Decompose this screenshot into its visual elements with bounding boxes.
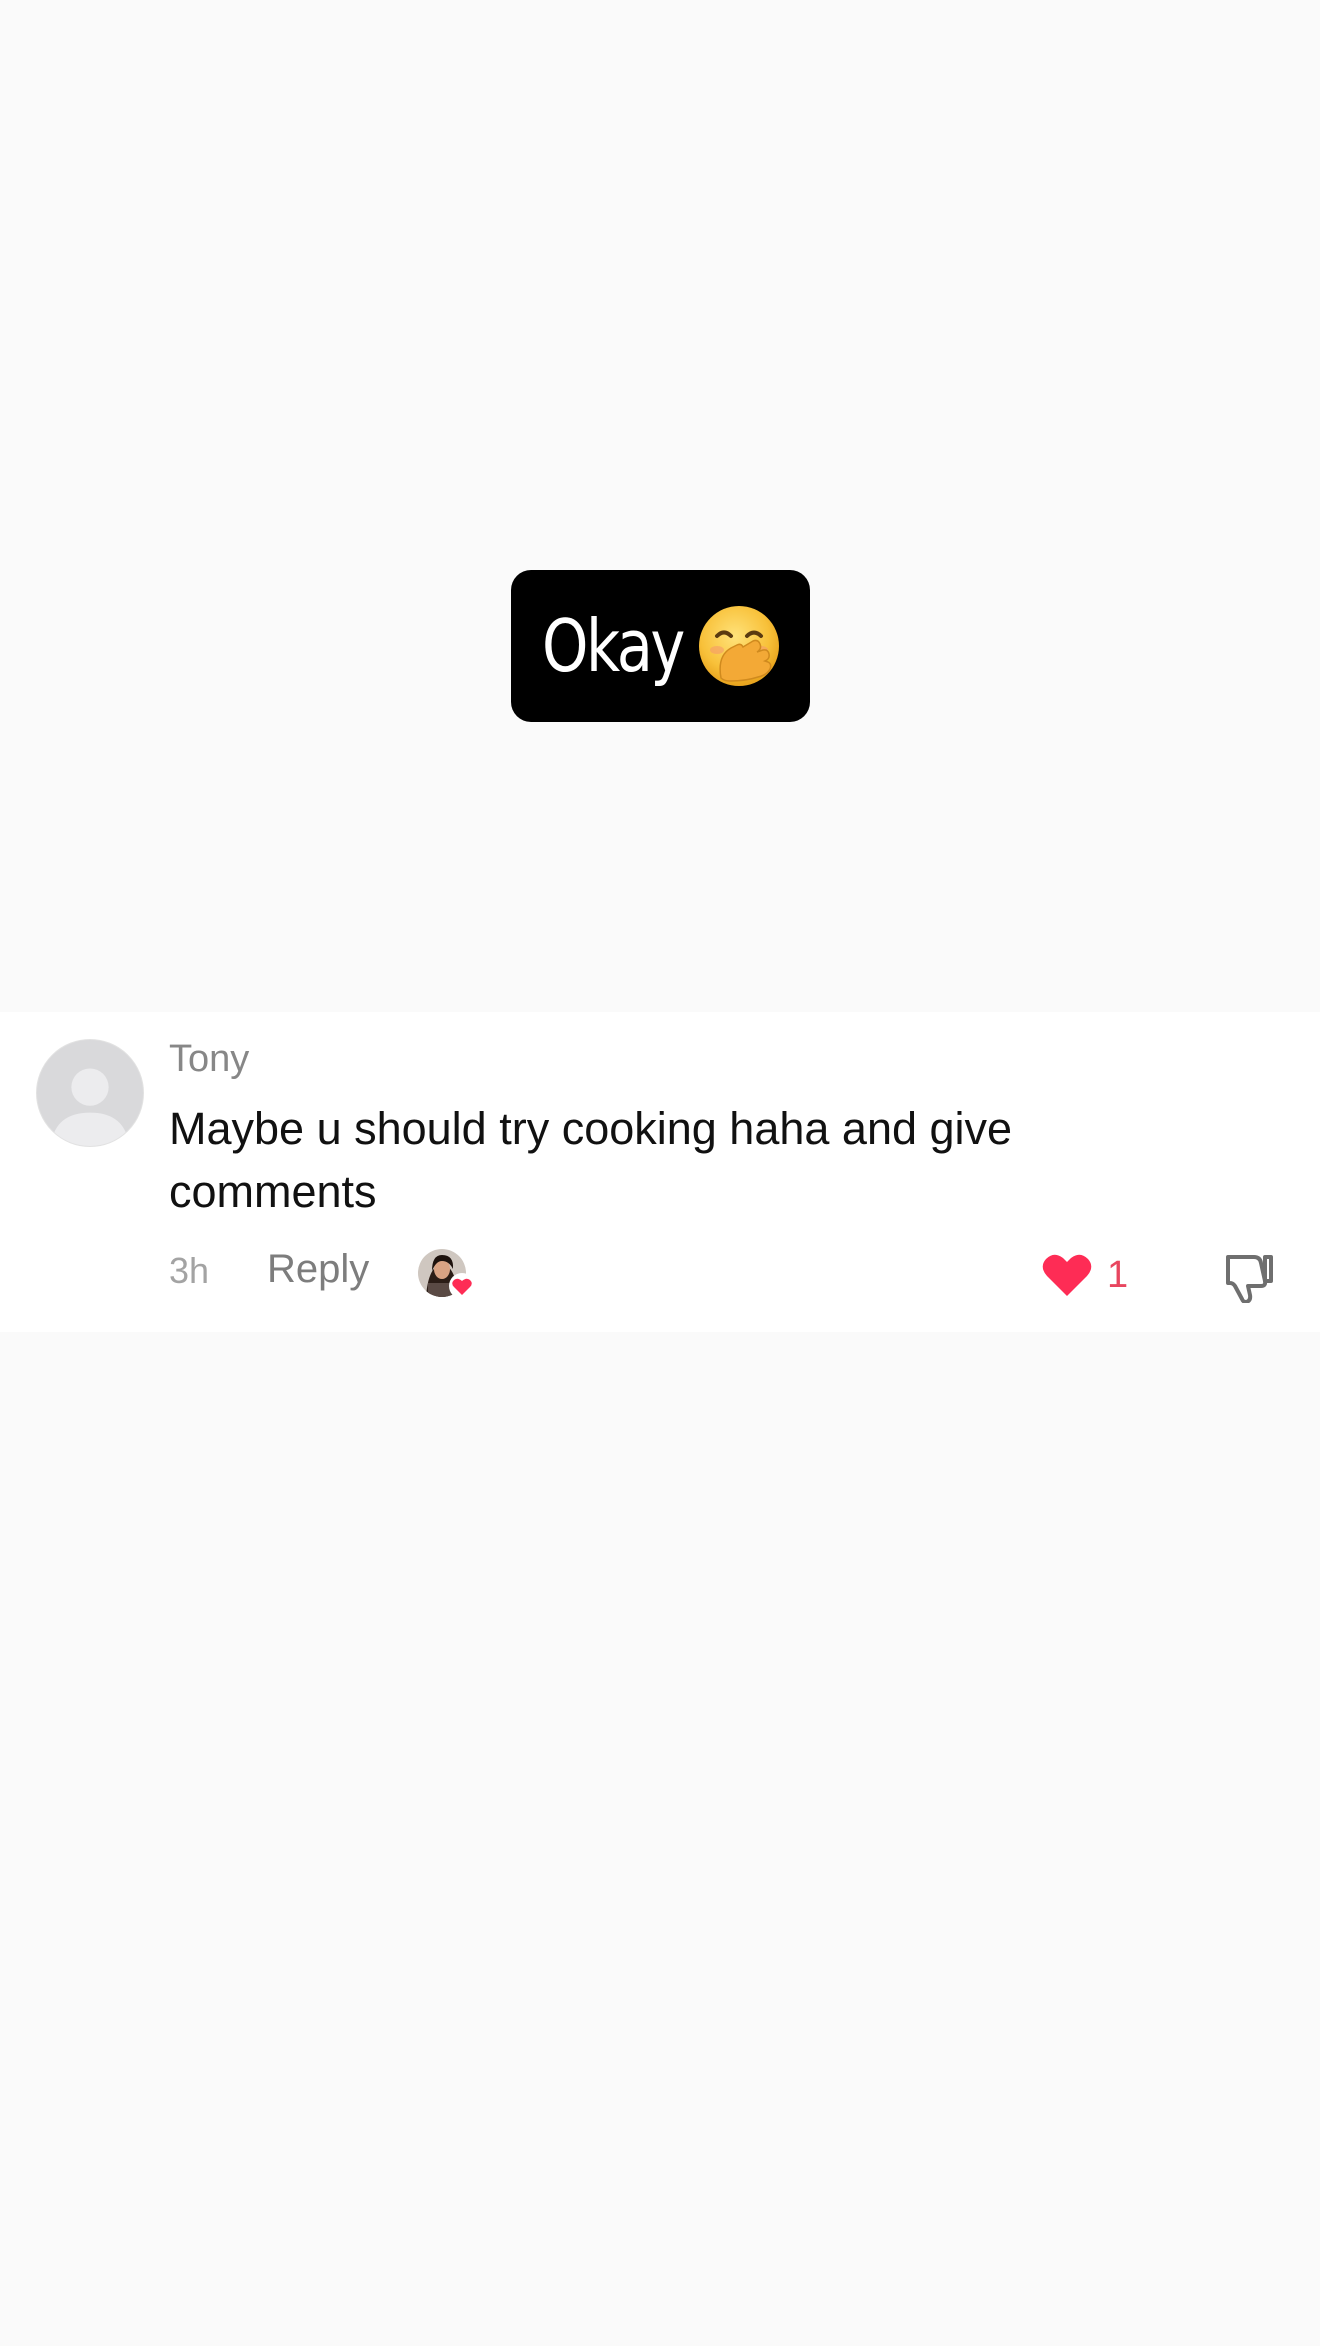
heart-badge-icon bbox=[449, 1273, 475, 1299]
comment-text: Maybe u should try cooking haha and give… bbox=[169, 1103, 1013, 1217]
thumbs-down-icon bbox=[1226, 1255, 1273, 1304]
default-avatar[interactable] bbox=[36, 1039, 144, 1147]
user-silhouette-icon bbox=[50, 1068, 130, 1146]
dislike-button[interactable] bbox=[1220, 1247, 1276, 1304]
like-count: 1 bbox=[1107, 1254, 1129, 1296]
reply-button[interactable]: Reply bbox=[267, 1249, 369, 1289]
creator-liked-badge bbox=[418, 1249, 476, 1301]
like-button[interactable]: 1 bbox=[1041, 1249, 1128, 1301]
comment-timestamp: 3h bbox=[169, 1250, 210, 1291]
comment-username[interactable]: Tony bbox=[169, 1040, 249, 1078]
comment-card: Tony Maybe u should try cooking haha and… bbox=[0, 1012, 1320, 1332]
heart-filled-icon bbox=[1042, 1254, 1092, 1296]
hand-over-mouth-emoji-icon bbox=[697, 604, 781, 688]
overlay-text: Okay bbox=[541, 604, 685, 688]
video-text-overlay: Okay bbox=[511, 570, 810, 722]
